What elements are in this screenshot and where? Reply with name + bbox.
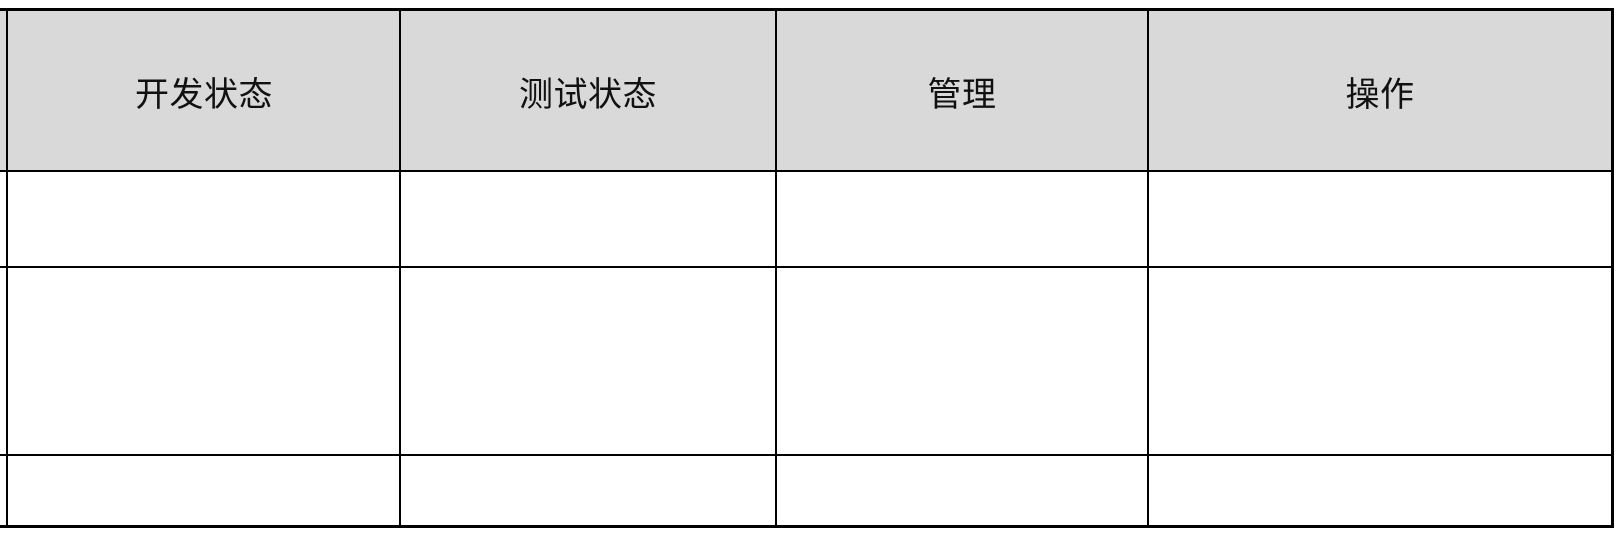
status-table: 开发状态 测试状态 管理 操作 xyxy=(0,0,1624,534)
table-border xyxy=(0,8,1614,528)
